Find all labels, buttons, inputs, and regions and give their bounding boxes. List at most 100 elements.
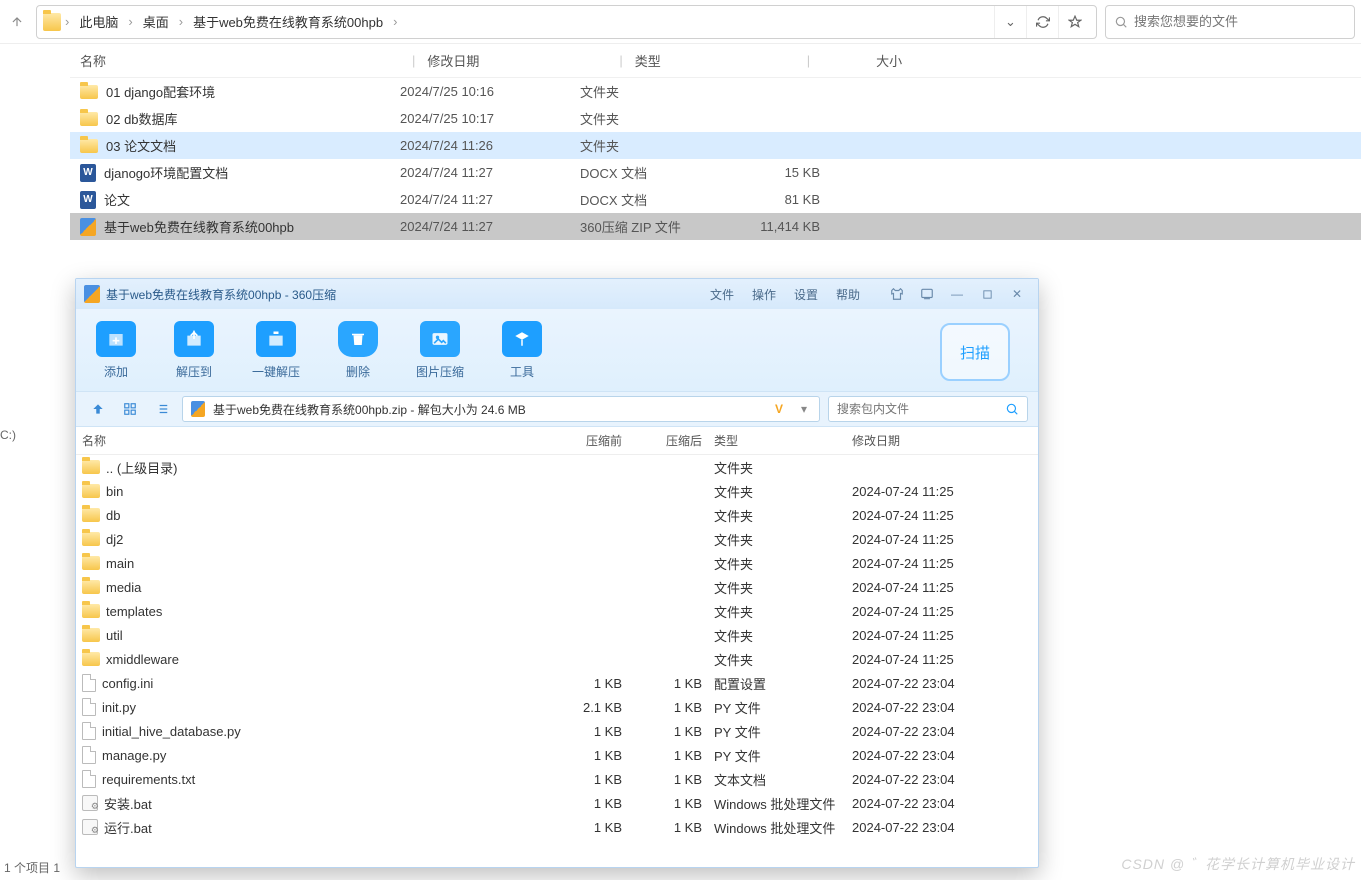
breadcrumb-item[interactable]: 此电脑 [73,12,124,31]
zip-entry-name: dj2 [106,532,123,547]
file-name: 基于web免费在线教育系统00hpb [104,217,294,236]
zip-search[interactable] [828,396,1028,422]
file-icon [82,698,96,716]
breadcrumb-item[interactable]: 基于web免费在线教育系统00hpb [187,12,389,31]
folder-icon [82,604,100,618]
zip-icon [80,218,96,236]
table-row[interactable]: 基于web免费在线教育系统00hpb2024/7/24 11:27360压缩 Z… [70,213,1361,240]
list-item[interactable]: dj2文件夹2024-07-24 11:25 [76,527,1038,551]
menu-action[interactable]: 操作 [752,286,776,303]
explorer-search[interactable] [1105,5,1355,39]
table-row[interactable]: djanogo环境配置文档2024/7/24 11:27DOCX 文档15 KB [70,159,1361,186]
zip-titlebar[interactable]: 基于web免费在线教育系统00hpb - 360压缩 文件 操作 设置 帮助 —… [76,279,1038,309]
tool-image-compress[interactable]: 图片压缩 [416,321,464,380]
zip-col-date[interactable]: 修改日期 [852,432,1002,449]
list-item[interactable]: requirements.txt1 KB1 KB文本文档2024-07-22 2… [76,767,1038,791]
size-after: 1 KB [622,748,702,763]
tool-extract-to[interactable]: 解压到 [174,321,214,380]
search-input[interactable] [1134,14,1346,29]
minimize-button[interactable]: — [944,284,970,304]
feedback-icon[interactable] [914,284,940,304]
zip-entry-name: media [106,580,141,595]
tool-delete[interactable]: 删除 [338,321,378,380]
zip-entry-name: 安装.bat [104,794,152,813]
zip-entry-date: 2024-07-24 11:25 [852,556,1002,571]
breadcrumb-item[interactable]: 桌面 [137,12,175,31]
list-item[interactable]: util文件夹2024-07-24 11:25 [76,623,1038,647]
folder-icon [82,532,100,546]
menu-file[interactable]: 文件 [710,286,734,303]
list-item[interactable]: 运行.bat1 KB1 KBWindows 批处理文件2024-07-22 23… [76,815,1038,839]
tool-add[interactable]: 添加 [96,321,136,380]
zip-col-name[interactable]: 名称 [82,432,532,449]
refresh-button[interactable] [1026,6,1058,38]
scan-button[interactable]: 扫描 [940,323,1010,381]
nav-up-button[interactable] [6,11,28,33]
zip-entry-name: templates [106,604,162,619]
zip-entry-date: 2024-07-24 11:25 [852,628,1002,643]
size-after: 1 KB [622,820,702,835]
list-item[interactable]: xmiddleware文件夹2024-07-24 11:25 [76,647,1038,671]
list-item[interactable]: manage.py1 KB1 KBPY 文件2024-07-22 23:04 [76,743,1038,767]
list-item[interactable]: bin文件夹2024-07-24 11:25 [76,479,1038,503]
zip-window: 基于web免费在线教育系统00hpb - 360压缩 文件 操作 设置 帮助 —… [75,278,1039,868]
list-item[interactable]: main文件夹2024-07-24 11:25 [76,551,1038,575]
search-icon[interactable] [1005,402,1019,416]
zip-path-input[interactable]: 基于web免费在线教育系统00hpb.zip - 解包大小为 24.6 MB V… [182,396,820,422]
size-before: 1 KB [532,676,622,691]
zip-entry-type: 文件夹 [702,578,852,597]
tool-tools[interactable]: 工具 [502,321,542,380]
zip-col-after[interactable]: 压缩后 [622,432,702,449]
list-item[interactable]: templates文件夹2024-07-24 11:25 [76,599,1038,623]
list-item[interactable]: 安装.bat1 KB1 KBWindows 批处理文件2024-07-22 23… [76,791,1038,815]
tool-extract-one[interactable]: 一键解压 [252,321,300,380]
size-before: 1 KB [532,772,622,787]
folder-icon [82,508,100,522]
zip-entry-type: 文件夹 [702,650,852,669]
zip-search-input[interactable] [837,402,1005,416]
folder-icon [82,460,100,474]
table-row[interactable]: 01 django配套环境2024/7/25 10:16文件夹 [70,78,1361,105]
view-list-icon[interactable] [150,397,174,421]
table-row[interactable]: 03 论文文档2024/7/24 11:26文件夹 [70,132,1361,159]
plus-icon [96,321,136,357]
list-item[interactable]: config.ini1 KB1 KB配置设置2024-07-22 23:04 [76,671,1038,695]
zip-col-before[interactable]: 压缩前 [532,432,622,449]
skin-icon[interactable] [884,284,910,304]
table-row[interactable]: 02 db数据库2024/7/25 10:17文件夹 [70,105,1361,132]
zip-entry-date: 2024-07-22 23:04 [852,676,1002,691]
favorite-button[interactable] [1058,6,1090,38]
zip-col-type[interactable]: 类型 [702,432,852,449]
list-item[interactable]: db文件夹2024-07-24 11:25 [76,503,1038,527]
col-date[interactable]: 修改日期 [427,51,607,70]
col-name[interactable]: 名称 [70,51,400,70]
table-row[interactable]: 论文2024/7/24 11:27DOCX 文档81 KB [70,186,1361,213]
list-item[interactable]: .. (上级目录)文件夹 [76,455,1038,479]
drive-label: C:) [0,420,16,450]
col-size[interactable]: 大小 [822,51,902,70]
list-item[interactable]: initial_hive_database.py1 KB1 KBPY 文件202… [76,719,1038,743]
maximize-button[interactable] [974,284,1000,304]
zip-column-header[interactable]: 名称 压缩前 压缩后 类型 修改日期 [76,427,1038,455]
file-date: 2024/7/24 11:27 [400,219,580,234]
nav-up-icon[interactable] [86,397,110,421]
explorer-column-header[interactable]: 名称| 修改日期| 类型| 大小 [70,44,1361,78]
history-dropdown-button[interactable]: ⌄ [994,6,1026,38]
zip-entry-type: PY 文件 [702,746,852,765]
image-icon [420,321,460,357]
zip-entry-type: PY 文件 [702,698,852,717]
list-item[interactable]: init.py2.1 KB1 KBPY 文件2024-07-22 23:04 [76,695,1038,719]
view-thumbnails-icon[interactable] [118,397,142,421]
address-bar[interactable]: › 此电脑 › 桌面 › 基于web免费在线教育系统00hpb › ⌄ [36,5,1097,39]
zip-entry-date: 2024-07-22 23:04 [852,724,1002,739]
chevron-down-icon[interactable]: ▾ [797,402,811,416]
close-button[interactable]: ✕ [1004,284,1030,304]
size-after: 1 KB [622,796,702,811]
vip-badge[interactable]: V [769,402,789,416]
col-type[interactable]: 类型 [635,51,795,70]
menu-help[interactable]: 帮助 [836,286,860,303]
list-item[interactable]: media文件夹2024-07-24 11:25 [76,575,1038,599]
menu-settings[interactable]: 设置 [794,286,818,303]
extract-icon [174,321,214,357]
zip-entry-type: PY 文件 [702,722,852,741]
